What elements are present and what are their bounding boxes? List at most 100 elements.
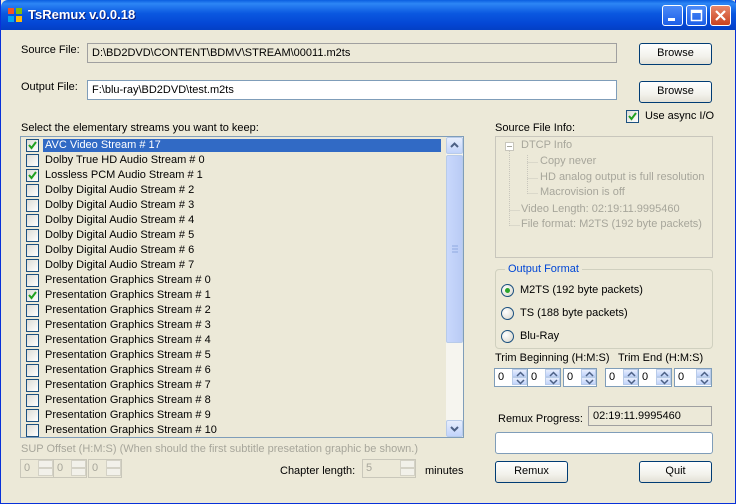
tree-node-child[interactable]: Macrovision is off bbox=[540, 186, 625, 198]
stream-row[interactable]: Presentation Graphics Stream # 3 bbox=[22, 318, 442, 333]
radio-m2ts[interactable] bbox=[501, 284, 514, 297]
title-bar[interactable]: TsRemux v.0.0.18 bbox=[1, 0, 736, 30]
stream-row[interactable]: Presentation Graphics Stream # 0 bbox=[22, 273, 442, 288]
stream-checkbox[interactable] bbox=[26, 244, 39, 257]
spin-up-icon[interactable] bbox=[38, 460, 53, 468]
output-file-field[interactable]: F:\blu-ray\BD2DVD\test.m2ts bbox=[87, 80, 617, 100]
trim-begin-seconds[interactable]: 0 bbox=[563, 368, 597, 387]
scroll-down-button[interactable] bbox=[446, 420, 463, 437]
spin-up-icon[interactable] bbox=[545, 369, 560, 377]
stream-checkbox[interactable] bbox=[26, 424, 39, 437]
stream-checkbox[interactable] bbox=[26, 319, 39, 332]
spin-down-icon[interactable] bbox=[106, 468, 121, 476]
spinner-arrows[interactable] bbox=[545, 369, 560, 386]
stream-row[interactable]: Dolby True HD Audio Stream # 0 bbox=[22, 153, 442, 168]
tree-node-dtcp[interactable]: DTCP Info bbox=[521, 139, 572, 151]
stream-checkbox[interactable] bbox=[26, 289, 39, 302]
stream-row[interactable]: Presentation Graphics Stream # 7 bbox=[22, 378, 442, 393]
spinner-arrows[interactable] bbox=[106, 460, 121, 477]
stream-row[interactable]: Dolby Digital Audio Stream # 4 bbox=[22, 213, 442, 228]
stream-row[interactable]: AVC Video Stream # 17 bbox=[22, 138, 442, 153]
stream-row[interactable]: Presentation Graphics Stream # 5 bbox=[22, 348, 442, 363]
stream-checkbox[interactable] bbox=[26, 154, 39, 167]
radio-ts[interactable] bbox=[501, 307, 514, 320]
stream-row[interactable]: Presentation Graphics Stream # 2 bbox=[22, 303, 442, 318]
stream-row[interactable]: Presentation Graphics Stream # 1 bbox=[22, 288, 442, 303]
stream-row[interactable]: Presentation Graphics Stream # 10 bbox=[22, 423, 442, 437]
spin-up-icon[interactable] bbox=[71, 460, 86, 468]
stream-checkbox[interactable] bbox=[26, 409, 39, 422]
spin-up-icon[interactable] bbox=[512, 369, 527, 377]
spin-down-icon[interactable] bbox=[71, 468, 86, 476]
stream-checkbox[interactable] bbox=[26, 349, 39, 362]
maximize-button[interactable] bbox=[686, 5, 707, 26]
spin-down-icon[interactable] bbox=[400, 468, 415, 476]
spin-down-icon[interactable] bbox=[38, 468, 53, 476]
stream-checkbox[interactable] bbox=[26, 184, 39, 197]
stream-checkbox[interactable] bbox=[26, 334, 39, 347]
spin-down-icon[interactable] bbox=[512, 377, 527, 385]
source-browse-button[interactable]: Browse bbox=[639, 43, 712, 65]
radio-bluray[interactable] bbox=[501, 330, 514, 343]
output-browse-button[interactable]: Browse bbox=[639, 81, 712, 103]
stream-checkbox[interactable] bbox=[26, 139, 39, 152]
spinner-arrows[interactable] bbox=[656, 369, 671, 386]
tree-node-child[interactable]: HD analog output is full resolution bbox=[540, 171, 704, 183]
spin-up-icon[interactable] bbox=[656, 369, 671, 377]
stream-checkbox[interactable] bbox=[26, 259, 39, 272]
streams-scrollbar[interactable] bbox=[446, 137, 463, 437]
stream-row[interactable]: Dolby Digital Audio Stream # 7 bbox=[22, 258, 442, 273]
spin-up-icon[interactable] bbox=[623, 369, 638, 377]
spinner-arrows[interactable] bbox=[38, 460, 53, 477]
stream-row[interactable]: Presentation Graphics Stream # 4 bbox=[22, 333, 442, 348]
stream-checkbox[interactable] bbox=[26, 229, 39, 242]
streams-listbox[interactable]: AVC Video Stream # 17 Dolby True HD Audio… bbox=[20, 136, 464, 438]
sup-hours-spinner[interactable]: 0 bbox=[20, 459, 54, 478]
spinner-arrows[interactable] bbox=[400, 460, 415, 477]
radio-bluray-label[interactable]: Blu-Ray bbox=[520, 330, 559, 342]
stream-checkbox[interactable] bbox=[26, 394, 39, 407]
spin-up-icon[interactable] bbox=[696, 369, 711, 377]
stream-row[interactable]: Presentation Graphics Stream # 8 bbox=[22, 393, 442, 408]
stream-row[interactable]: Dolby Digital Audio Stream # 6 bbox=[22, 243, 442, 258]
source-file-field[interactable]: D:\BD2DVD\CONTENT\BDMV\STREAM\00011.m2ts bbox=[87, 43, 617, 63]
spinner-arrows[interactable] bbox=[581, 369, 596, 386]
stream-checkbox[interactable] bbox=[26, 304, 39, 317]
stream-row[interactable]: Presentation Graphics Stream # 6 bbox=[22, 363, 442, 378]
chapter-length-spinner[interactable]: 5 bbox=[362, 459, 416, 478]
spinner-arrows[interactable] bbox=[623, 369, 638, 386]
spin-up-icon[interactable] bbox=[106, 460, 121, 468]
spin-down-icon[interactable] bbox=[581, 377, 596, 385]
spinner-arrows[interactable] bbox=[71, 460, 86, 477]
scroll-thumb[interactable] bbox=[446, 155, 463, 343]
tree-node-file-format[interactable]: File format: M2TS (192 byte packets) bbox=[521, 218, 702, 230]
spinner-arrows[interactable] bbox=[512, 369, 527, 386]
tree-node-video-length[interactable]: Video Length: 02:19:11.9995460 bbox=[521, 203, 680, 215]
spin-up-icon[interactable] bbox=[581, 369, 596, 377]
spinner-arrows[interactable] bbox=[696, 369, 711, 386]
close-button[interactable] bbox=[710, 5, 731, 26]
quit-button[interactable]: Quit bbox=[639, 461, 712, 483]
spin-up-icon[interactable] bbox=[400, 460, 415, 468]
stream-row[interactable]: Dolby Digital Audio Stream # 5 bbox=[22, 228, 442, 243]
trim-begin-hours[interactable]: 0 bbox=[494, 368, 528, 387]
trim-end-seconds[interactable]: 0 bbox=[674, 368, 712, 387]
stream-row[interactable]: Presentation Graphics Stream # 9 bbox=[22, 408, 442, 423]
stream-checkbox[interactable] bbox=[26, 274, 39, 287]
stream-checkbox[interactable] bbox=[26, 169, 39, 182]
stream-row[interactable]: Dolby Digital Audio Stream # 2 bbox=[22, 183, 442, 198]
stream-checkbox[interactable] bbox=[26, 379, 39, 392]
tree-node-child[interactable]: Copy never bbox=[540, 155, 596, 167]
sup-minutes-spinner[interactable]: 0 bbox=[53, 459, 87, 478]
stream-checkbox[interactable] bbox=[26, 214, 39, 227]
spin-down-icon[interactable] bbox=[623, 377, 638, 385]
stream-row[interactable]: Dolby Digital Audio Stream # 3 bbox=[22, 198, 442, 213]
spin-down-icon[interactable] bbox=[545, 377, 560, 385]
trim-end-hours[interactable]: 0 bbox=[605, 368, 639, 387]
sup-seconds-spinner[interactable]: 0 bbox=[88, 459, 122, 478]
spin-down-icon[interactable] bbox=[656, 377, 671, 385]
stream-checkbox[interactable] bbox=[26, 199, 39, 212]
source-info-tree[interactable]: DTCP Info Copy never HD analog output is… bbox=[495, 136, 713, 258]
radio-m2ts-label[interactable]: M2TS (192 byte packets) bbox=[520, 284, 643, 296]
trim-begin-minutes[interactable]: 0 bbox=[527, 368, 561, 387]
